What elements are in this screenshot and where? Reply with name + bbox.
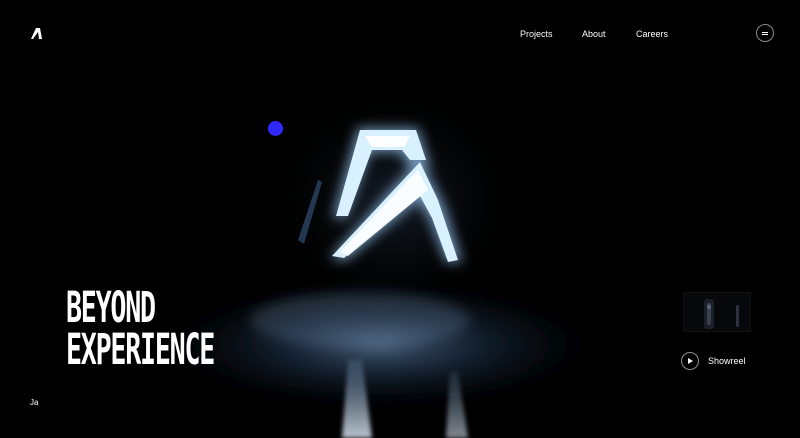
hero-title-line-2: EXPERIENCE xyxy=(66,325,215,375)
menu-button[interactable] xyxy=(756,24,774,42)
nav-link-about[interactable]: About xyxy=(582,28,606,40)
hamburger-menu-icon-bar xyxy=(762,34,768,35)
hamburger-menu-icon xyxy=(762,32,768,33)
hero-title: BEYOND EXPERIENCE xyxy=(66,283,326,375)
hero-title-line-1: BEYOND xyxy=(66,283,156,333)
corner-text: Ja xyxy=(30,398,39,407)
showreel-thumbnail[interactable] xyxy=(683,292,751,332)
nav-link-careers[interactable]: Careers xyxy=(636,28,668,40)
play-icon xyxy=(688,358,693,364)
main-nav: Projects About Careers xyxy=(0,28,800,42)
showreel-thumbnail-image xyxy=(684,293,750,331)
play-button[interactable] xyxy=(681,352,699,370)
cursor-dot xyxy=(268,121,283,136)
nav-link-projects[interactable]: Projects xyxy=(520,28,553,40)
showreel-label: Showreel xyxy=(708,356,746,366)
page: Projects About Careers BEYOND EXPERIENCE… xyxy=(0,0,800,438)
